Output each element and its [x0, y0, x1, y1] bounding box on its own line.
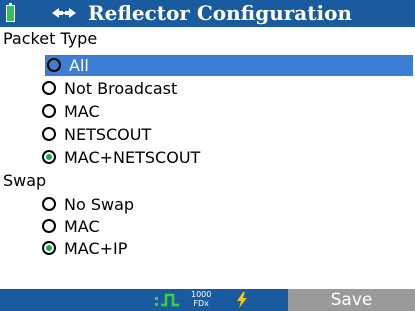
option-label: MAC	[64, 102, 100, 121]
option-packet-all[interactable]: All	[45, 55, 413, 76]
option-packet-mac-netscout[interactable]: MAC+NETSCOUT	[42, 147, 412, 168]
link-duplex: FDx	[193, 299, 209, 308]
radio-button[interactable]	[42, 81, 56, 95]
option-packet-mac[interactable]: MAC	[42, 101, 412, 122]
radio-button[interactable]	[42, 104, 56, 118]
page-title: Reflector Configuration	[88, 1, 352, 25]
lightning-icon	[237, 292, 247, 308]
option-swap-mac[interactable]: MAC	[42, 216, 412, 237]
status-bar: 1000 FDx Save	[0, 289, 415, 311]
link-speed: 1000 FDx	[191, 290, 211, 308]
option-label: Not Broadcast	[64, 79, 178, 98]
option-swap-no-swap[interactable]: No Swap	[42, 194, 412, 215]
option-swap-mac-ip[interactable]: MAC+IP	[42, 238, 412, 259]
option-packet-netscout[interactable]: NETSCOUT	[42, 124, 412, 145]
option-label: MAC+IP	[64, 239, 128, 258]
radio-button-checked[interactable]	[42, 150, 56, 164]
link-arrows-icon	[52, 8, 76, 18]
swap-heading: Swap	[3, 171, 47, 190]
radio-button[interactable]	[42, 197, 56, 211]
option-label: All	[69, 56, 89, 75]
option-packet-not-broadcast[interactable]: Not Broadcast	[42, 78, 412, 99]
radio-button[interactable]	[47, 58, 61, 72]
packet-type-heading: Packet Type	[3, 29, 98, 48]
link-speed-value: 1000	[191, 290, 212, 299]
title-bar: Reflector Configuration	[0, 0, 415, 27]
radio-button[interactable]	[42, 127, 56, 141]
battery-icon	[6, 3, 15, 22]
link-pulse-icon	[155, 293, 179, 307]
option-label: MAC	[64, 217, 100, 236]
radio-button-checked[interactable]	[42, 241, 56, 255]
option-label: NETSCOUT	[64, 125, 152, 144]
save-button[interactable]: Save	[288, 289, 415, 311]
option-label: MAC+NETSCOUT	[64, 148, 201, 167]
option-label: No Swap	[64, 195, 135, 214]
radio-button[interactable]	[42, 219, 56, 233]
